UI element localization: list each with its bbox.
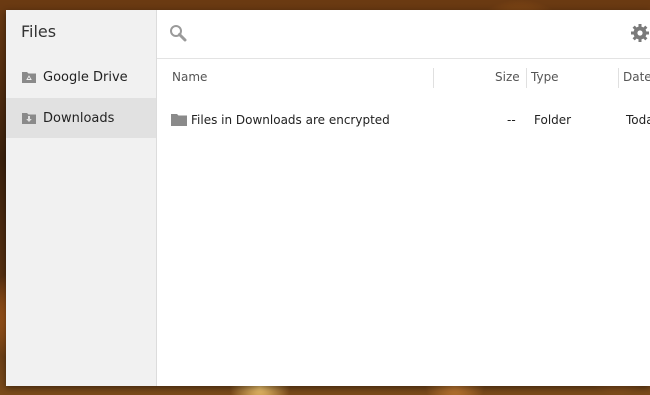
sidebar: Files Google Drive Downloads xyxy=(6,10,157,386)
sidebar-item-label: Downloads xyxy=(43,110,115,126)
column-divider[interactable] xyxy=(433,68,434,88)
column-divider[interactable] xyxy=(526,68,527,88)
folder-icon xyxy=(171,113,187,126)
sidebar-item-downloads[interactable]: Downloads xyxy=(6,98,156,138)
toolbar xyxy=(157,10,650,59)
gear-icon[interactable] xyxy=(630,23,650,43)
sidebar-item-label: Google Drive xyxy=(43,69,128,85)
sidebar-item-google-drive[interactable]: Google Drive xyxy=(6,57,156,97)
files-app-window: Files Google Drive Downloads Name Size T… xyxy=(6,10,650,386)
downloads-icon xyxy=(21,111,37,125)
column-header-row: Name Size Type Date xyxy=(157,66,650,90)
search-icon[interactable] xyxy=(169,24,187,42)
column-divider[interactable] xyxy=(618,68,619,88)
file-size: -- xyxy=(507,113,516,127)
file-type: Folder xyxy=(534,113,572,127)
file-name: Files in Downloads are encrypted xyxy=(191,113,390,127)
column-header-type[interactable]: Type xyxy=(531,70,559,84)
file-date: Toda xyxy=(626,113,650,127)
column-header-date[interactable]: Date xyxy=(623,70,650,84)
column-header-size[interactable]: Size xyxy=(495,70,520,84)
google-drive-icon xyxy=(21,70,37,84)
file-list-row[interactable]: Files in Downloads are encrypted -- Fold… xyxy=(157,106,650,134)
column-header-name[interactable]: Name xyxy=(172,70,207,84)
app-title: Files xyxy=(21,22,57,41)
